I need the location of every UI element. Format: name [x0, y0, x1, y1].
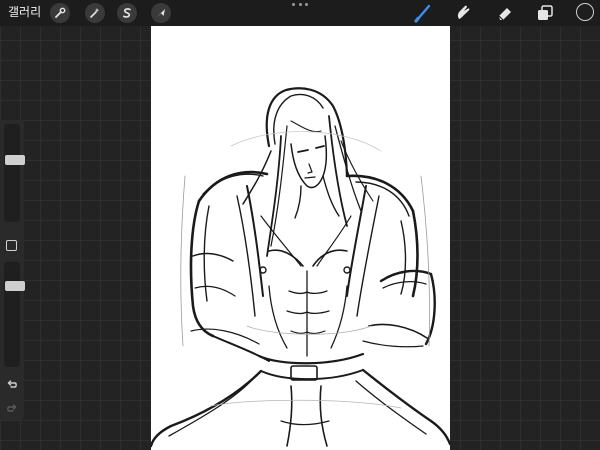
actions-button[interactable]: [50, 3, 70, 23]
eraser-tool-button[interactable]: [494, 2, 516, 24]
sketch-artwork: [151, 87, 450, 448]
layers-icon: [538, 5, 553, 20]
undo-button[interactable]: [4, 377, 20, 391]
selection-s-icon: [123, 8, 131, 18]
arrow-cursor-icon: [157, 9, 165, 17]
brush-size-slider[interactable]: [4, 124, 25, 222]
gallery-button[interactable]: 갤러리: [8, 4, 41, 20]
brush-icon: [414, 4, 431, 23]
magic-wand-icon: [90, 8, 100, 18]
drawing-canvas[interactable]: [151, 26, 450, 450]
wrench-icon: [55, 7, 66, 18]
left-sidebar: [0, 120, 25, 420]
undo-arrow-icon: [7, 380, 17, 388]
layers-button[interactable]: [534, 2, 556, 24]
redo-arrow-icon: [7, 404, 17, 412]
smudge-tool-button[interactable]: [452, 2, 474, 24]
eraser-icon: [498, 8, 511, 21]
brush-tool-button[interactable]: [412, 2, 434, 24]
selection-button[interactable]: [117, 3, 137, 23]
brush-size-thumb[interactable]: [5, 155, 25, 165]
top-toolbar: 갤러리: [0, 0, 600, 26]
transform-button[interactable]: [151, 3, 171, 23]
modify-button[interactable]: [6, 240, 17, 251]
redo-button[interactable]: [4, 401, 20, 415]
brush-opacity-thumb[interactable]: [5, 281, 25, 291]
adjustments-button[interactable]: [85, 3, 105, 23]
brush-opacity-slider[interactable]: [4, 262, 25, 367]
color-picker-button[interactable]: [576, 3, 594, 21]
more-options-icon[interactable]: [292, 3, 308, 11]
procreate-workspace: 갤러리: [0, 0, 600, 450]
smudge-finger-icon: [457, 5, 470, 19]
